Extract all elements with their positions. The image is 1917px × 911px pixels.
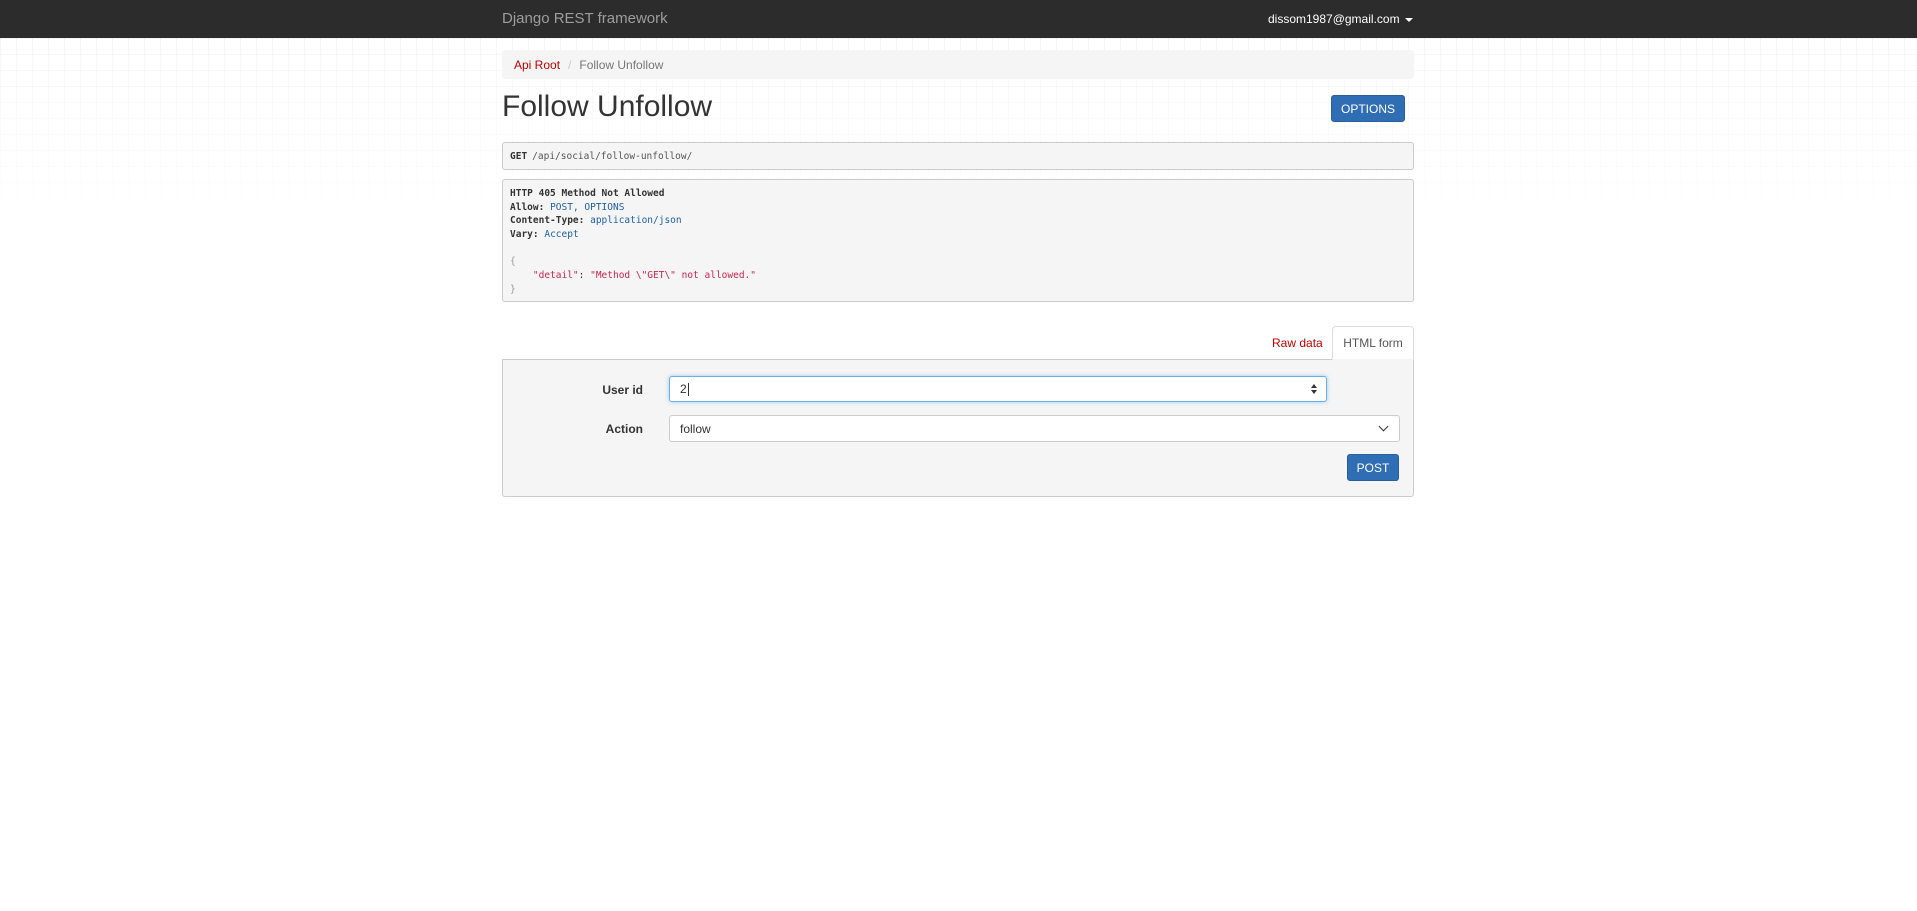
response-info: HTTP 405 Method Not Allowed Allow: POST,… [502, 179, 1414, 302]
json-colon: : [578, 270, 591, 282]
response-header-vary: Vary: Accept [510, 228, 1406, 242]
response-status: HTTP 405 Method Not Allowed [510, 188, 665, 199]
chevron-down-icon [1378, 421, 1389, 432]
request-info: GET /api/social/follow-unfollow/ [502, 142, 1414, 170]
html-form-panel: User id 2 Action follow POST [502, 359, 1414, 497]
json-open-brace: { [510, 256, 516, 268]
json-key: "detail" [532, 270, 579, 282]
breadcrumb-current: Follow Unfollow [579, 57, 664, 72]
number-spinner-icon[interactable] [1311, 384, 1317, 394]
response-header-content-type: Content-Type: application/json [510, 214, 1406, 228]
breadcrumb-api-root[interactable]: Api Root [514, 58, 560, 72]
json-close-brace: } [510, 283, 516, 295]
main-container: Api Root / Follow Unfollow Follow Unfoll… [502, 0, 1414, 911]
user-id-text: 2 [680, 381, 687, 396]
action-label: Action [605, 422, 643, 436]
user-id-value: 2 [680, 381, 1311, 397]
page-title: Follow Unfollow [502, 90, 713, 123]
json-value: "Method \"GET\" not allowed." [590, 270, 756, 282]
request-method: GET [510, 150, 528, 162]
response-header-allow: Allow: POST, OPTIONS [510, 201, 1406, 215]
caret-down-icon [1404, 17, 1413, 22]
action-select[interactable]: follow [669, 415, 1400, 442]
tab-raw-data[interactable]: Raw data [1262, 327, 1333, 359]
navbar-brand[interactable]: Django REST framework [502, 10, 668, 27]
request-url: /api/social/follow-unfollow/ [532, 150, 693, 162]
tab-html-form[interactable]: HTML form [1332, 326, 1414, 360]
post-button[interactable]: POST [1347, 454, 1399, 481]
options-button[interactable]: OPTIONS [1331, 95, 1405, 122]
header-name: Allow: [510, 201, 545, 213]
user-email: dissom1987@gmail.com [1268, 12, 1400, 26]
header-name: Vary: [510, 229, 539, 241]
navbar: Django REST framework dissom1987@gmail.c… [0, 0, 1917, 38]
breadcrumb-separator: / [568, 57, 572, 72]
json-detail-line: "detail": "Method \"GET\" not allowed." [510, 269, 1406, 283]
header-value: application/json [590, 215, 682, 227]
user-menu-dropdown[interactable]: dissom1987@gmail.com [1268, 12, 1413, 26]
header-value: Accept [544, 229, 579, 241]
text-cursor [687, 383, 689, 397]
breadcrumb: Api Root / Follow Unfollow [502, 50, 1414, 79]
user-id-input[interactable]: 2 [669, 376, 1327, 402]
action-selected-value: follow [680, 421, 711, 436]
header-value: POST, OPTIONS [550, 201, 625, 213]
user-id-label: User id [602, 383, 643, 397]
response-spacer [510, 242, 1406, 256]
header-name: Content-Type: [510, 215, 585, 227]
